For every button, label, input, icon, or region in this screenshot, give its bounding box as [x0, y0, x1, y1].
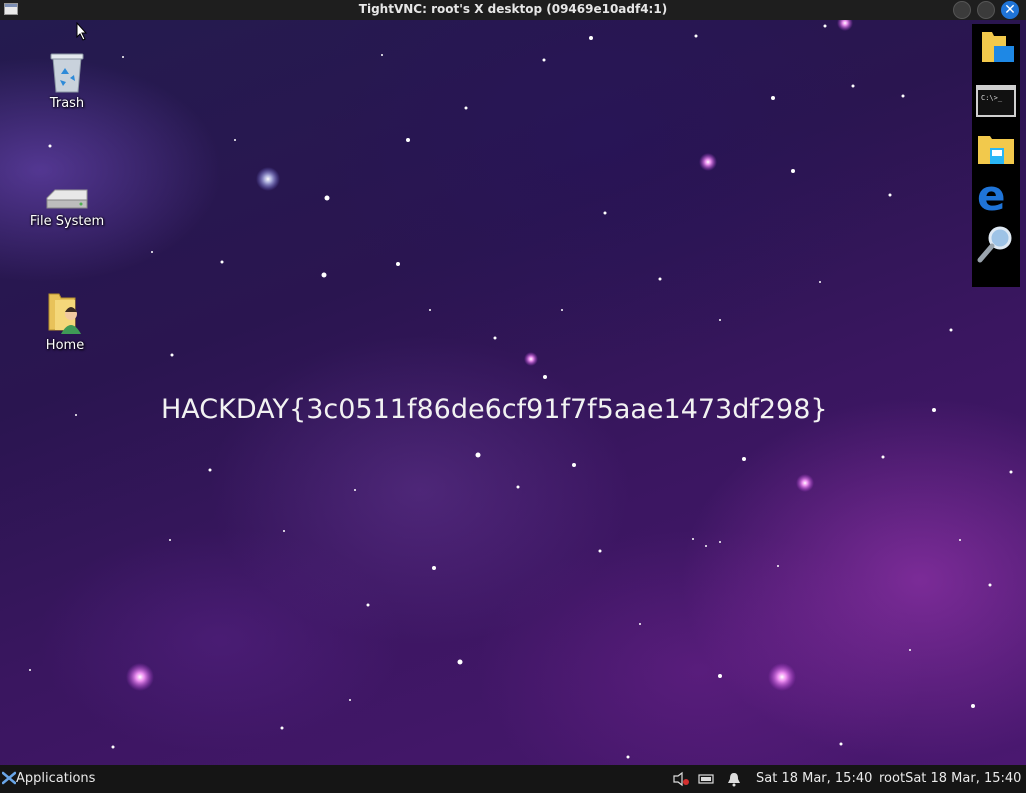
user-clock[interactable]: rootSat 18 Mar, 15:40: [879, 771, 1021, 786]
close-button[interactable]: ✕: [1001, 1, 1019, 19]
dock: C:\>_ e: [972, 24, 1020, 287]
taskbar: Applications Sat 18 Mar, 15:40 rootSat 1…: [0, 765, 1026, 793]
desktop-icon-file-system[interactable]: File System: [22, 186, 112, 229]
minimize-button[interactable]: [953, 1, 971, 19]
network-icon[interactable]: [697, 771, 715, 787]
notifications-bell-icon[interactable]: [726, 771, 742, 787]
applications-menu-icon[interactable]: [2, 770, 16, 786]
files-icon[interactable]: [976, 128, 1016, 168]
desktop[interactable]: Trash File System Home HACKDAY{3c0511f86…: [0, 20, 1026, 765]
window-title: TightVNC: root's X desktop (09469e10adf4…: [358, 2, 668, 16]
applications-menu[interactable]: Applications: [16, 771, 95, 786]
desktop-icon-label: Trash: [49, 96, 85, 111]
trash-icon: [50, 53, 84, 93]
terminal-icon[interactable]: C:\>_: [976, 80, 1016, 120]
browser-icon[interactable]: e: [976, 171, 1016, 220]
drive-icon: [46, 189, 88, 209]
svg-text:e: e: [977, 174, 1006, 214]
window-titlebar: TightVNC: root's X desktop (09469e10adf4…: [0, 0, 1026, 20]
desktop-icon-label: Home: [45, 338, 85, 353]
desktop-icon-trash[interactable]: Trash: [22, 50, 112, 111]
wallpaper-stars: [29, 20, 1013, 759]
mouse-pointer-icon: [76, 22, 88, 41]
svg-text:C:\>_: C:\>_: [981, 94, 1003, 102]
search-icon[interactable]: [976, 224, 1016, 264]
file-manager-icon[interactable]: [976, 28, 1016, 68]
volume-muted-icon[interactable]: [672, 771, 690, 787]
wallpaper-text: HACKDAY{3c0511f86de6cf91f7f5aae1473df298…: [161, 394, 828, 425]
desktop-icon-label: File System: [29, 214, 105, 229]
desktop-icon-home[interactable]: Home: [20, 290, 110, 353]
home-folder-icon: [48, 293, 81, 334]
maximize-button[interactable]: [977, 1, 995, 19]
clock[interactable]: Sat 18 Mar, 15:40: [756, 771, 872, 786]
